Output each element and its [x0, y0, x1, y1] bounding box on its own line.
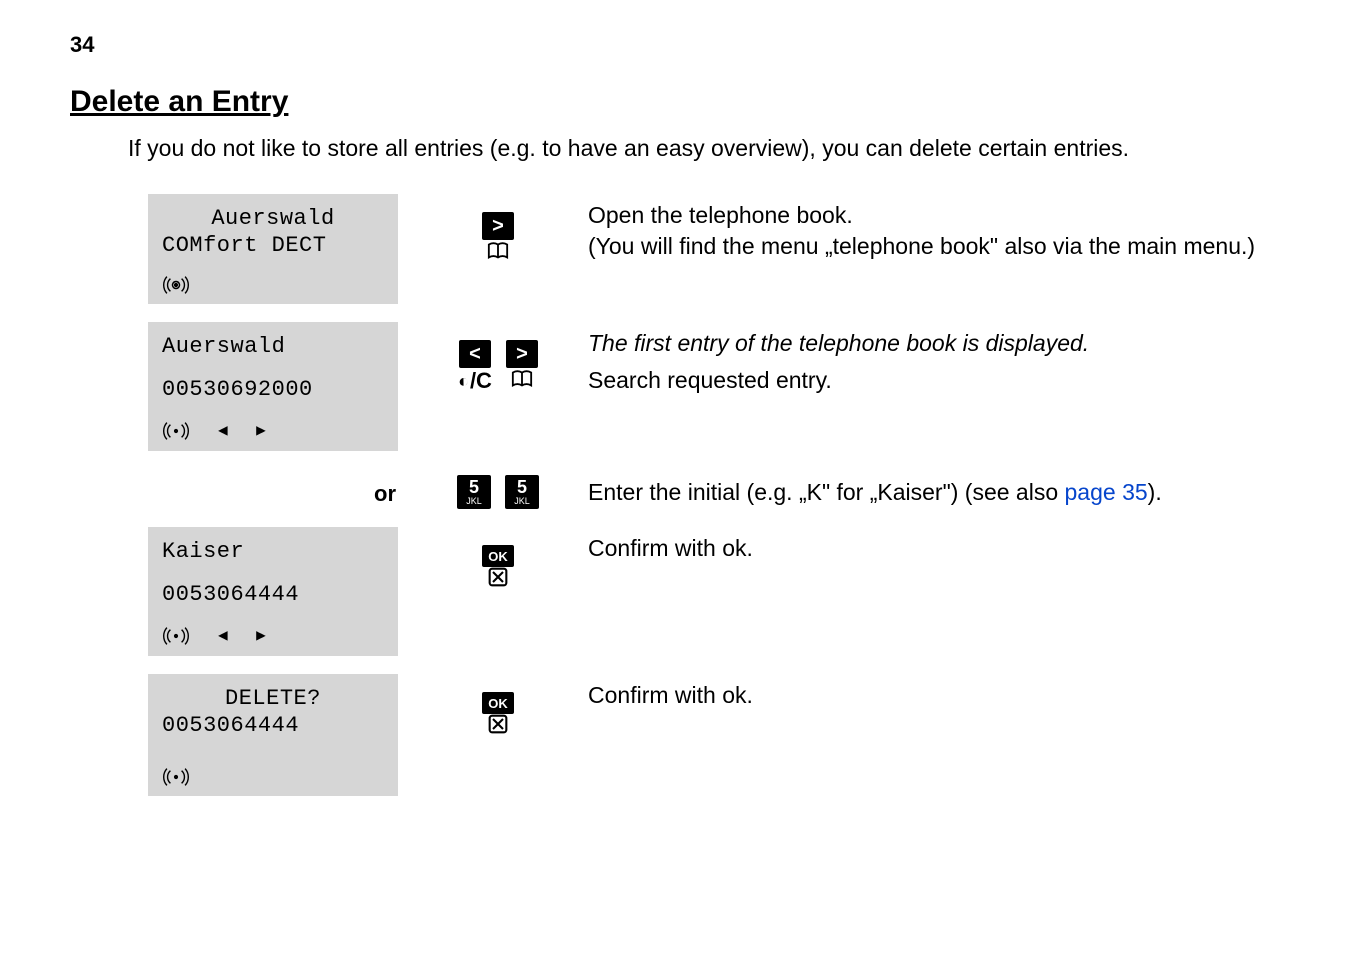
- desc-text: Confirm with ok.: [588, 680, 1275, 711]
- phone-screen: Kaiser 0053064444: [148, 527, 398, 656]
- key-icons: >: [408, 194, 588, 266]
- page-link[interactable]: page 35: [1065, 479, 1148, 505]
- desc-text: Open the telephone book.: [588, 200, 1275, 231]
- signal-icon: [162, 276, 190, 294]
- x-icon: [488, 567, 508, 593]
- key-5: 5JKL: [457, 475, 491, 509]
- clear-icon: /C: [458, 368, 492, 394]
- screen-line-2: COMfort DECT: [162, 233, 384, 258]
- desc-text: Enter the initial (e.g. „K" for „Kaiser"…: [588, 479, 1065, 505]
- key-icons: < /C >: [408, 322, 588, 394]
- step-4: Kaiser 0053064444 OK Confirm with: [148, 527, 1275, 656]
- screen-line-2: 0053064444: [162, 582, 384, 607]
- step-description: Open the telephone book. (You will find …: [588, 194, 1275, 262]
- back-key: < /C: [458, 340, 492, 394]
- step-description: The first entry of the telephone book is…: [588, 322, 1275, 396]
- step-3-or: or 5JKL 5JKL Enter the initial (e.g. „K"…: [148, 469, 1275, 509]
- ok-key: OK: [482, 692, 514, 740]
- desc-italic: The first entry of the telephone book is…: [588, 328, 1275, 359]
- desc-text: Search requested entry.: [588, 365, 1275, 396]
- key-5: 5JKL: [505, 475, 539, 509]
- ok-label: OK: [482, 545, 514, 567]
- step-2: Auerswald 00530692000 < /C >: [148, 322, 1275, 451]
- step-description: Confirm with ok.: [588, 674, 1275, 711]
- arrow-right-icon: [256, 420, 266, 441]
- step-description: Enter the initial (e.g. „K" for „Kaiser"…: [588, 471, 1275, 508]
- signal-icon: [162, 768, 190, 786]
- step-description: Confirm with ok.: [588, 527, 1275, 564]
- phone-screen: Auerswald 00530692000: [148, 322, 398, 451]
- ok-label: OK: [482, 692, 514, 714]
- screen-line-1: Kaiser: [162, 539, 384, 564]
- screen-line-1: DELETE?: [162, 686, 384, 711]
- step-1: Auerswald COMfort DECT > Open the teleph…: [148, 194, 1275, 304]
- phonebook-key: >: [482, 212, 514, 266]
- page-number: 34: [70, 32, 94, 58]
- book-icon: [487, 240, 509, 266]
- gt-icon: >: [482, 212, 514, 240]
- key-icons: 5JKL 5JKL: [408, 469, 588, 509]
- book-icon: [511, 368, 533, 394]
- ok-key: OK: [482, 545, 514, 593]
- desc-text-2: (You will find the menu „telephone book"…: [588, 231, 1275, 262]
- key-digit: 5: [469, 478, 479, 496]
- gt-icon: >: [506, 340, 538, 368]
- or-label: or: [148, 471, 408, 507]
- key-icons: OK: [408, 527, 588, 593]
- key-letters: JKL: [466, 497, 482, 506]
- arrow-right-icon: [256, 625, 266, 646]
- arrow-left-icon: [218, 420, 228, 441]
- step-5: DELETE? 0053064444 OK Confirm with ok.: [148, 674, 1275, 796]
- steps-container: Auerswald COMfort DECT > Open the teleph…: [148, 194, 1275, 796]
- key-letters: JKL: [514, 497, 530, 506]
- screen-line-2: 00530692000: [162, 377, 384, 402]
- phonebook-key: >: [506, 340, 538, 394]
- x-icon: [488, 714, 508, 740]
- arrow-left-icon: [218, 625, 228, 646]
- signal-icon: [162, 627, 190, 645]
- key-icons: OK: [408, 674, 588, 740]
- section-title: Delete an Entry: [70, 85, 1275, 119]
- signal-icon: [162, 422, 190, 440]
- key-digit: 5: [517, 478, 527, 496]
- lt-icon: <: [459, 340, 491, 368]
- desc-text: Confirm with ok.: [588, 533, 1275, 564]
- phone-screen: DELETE? 0053064444: [148, 674, 398, 796]
- screen-line-1: Auerswald: [162, 206, 384, 231]
- screen-line-1: Auerswald: [162, 334, 384, 359]
- screen-line-2: 0053064444: [162, 713, 384, 738]
- desc-text-tail: ).: [1148, 479, 1162, 505]
- phone-screen: Auerswald COMfort DECT: [148, 194, 398, 304]
- intro-text: If you do not like to store all entries …: [128, 133, 1248, 164]
